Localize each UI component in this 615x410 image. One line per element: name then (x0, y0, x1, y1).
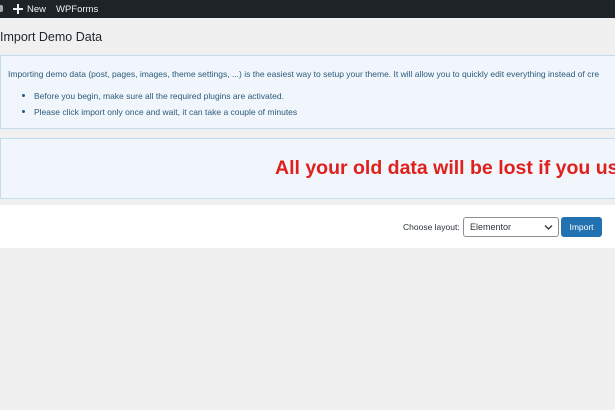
info-notice: Importing demo data (post, pages, images… (0, 55, 615, 129)
list-item-text: Please click import only once and wait, … (34, 107, 298, 117)
info-intro-text: Importing demo data (post, pages, images… (8, 69, 600, 79)
list-item: Before you begin, make sure all the requ… (22, 91, 284, 101)
wpforms-link[interactable]: WPForms (56, 2, 98, 16)
chevron-down-icon (544, 225, 553, 230)
new-content-link[interactable]: New (13, 2, 46, 16)
layout-select-value: Elementor (470, 222, 512, 232)
warning-notice: All your old data will be lost if you us… (0, 138, 615, 199)
plus-icon (13, 4, 23, 14)
page-title: Import Demo Data (0, 30, 103, 44)
bullet-icon (22, 110, 25, 113)
admin-bar: New WPForms (0, 0, 615, 18)
import-button[interactable]: Import (561, 217, 602, 237)
data-loss-warning: All your old data will be lost if you us… (275, 157, 615, 179)
new-link-label: New (27, 3, 47, 15)
choose-layout-label: Choose layout: (403, 222, 460, 232)
list-item-text: Before you begin, make sure all the requ… (34, 91, 284, 101)
list-item: Please click import only once and wait, … (22, 107, 298, 117)
layout-select[interactable]: Elementor (463, 217, 559, 237)
bullet-icon (22, 94, 25, 97)
wpforms-link-label: WPForms (56, 3, 99, 15)
wp-menu-edge-icon[interactable] (0, 5, 3, 12)
